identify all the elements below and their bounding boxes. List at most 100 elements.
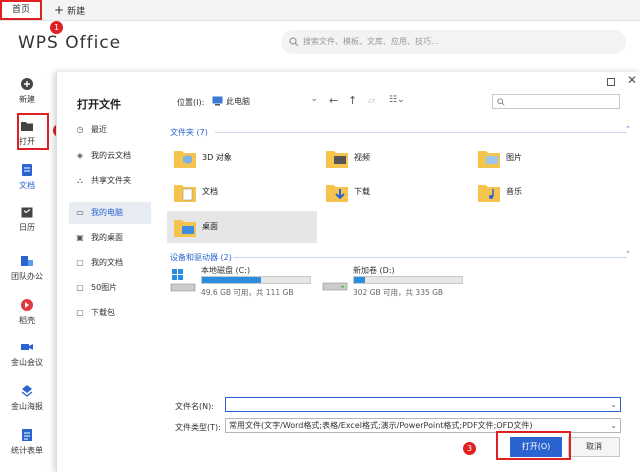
folder-pictures[interactable]: 图片 (471, 142, 621, 174)
folder-icon (478, 185, 500, 202)
calendar-icon (21, 207, 33, 218)
drive-d[interactable]: 新加卷 (D:) 302 GB 可用，共 335 GB (319, 265, 469, 299)
sidebar-item-calendar[interactable]: 日历 (0, 205, 54, 233)
sidebar-item-docer[interactable]: 稻壳 (0, 298, 54, 326)
wps-logo: WPS Office (18, 33, 122, 53)
plus-icon: + (54, 3, 65, 17)
nav-item-downloads[interactable]: ▢ 下载包 (69, 302, 151, 324)
filetype-label: 文件类型(T): (175, 423, 221, 432)
drives-heading: 设备和驱动器 (2) (170, 253, 232, 262)
sidebar-label: 文档 (19, 181, 35, 190)
windows-drive-icon (170, 269, 196, 292)
search-placeholder: 搜索文件、模板、文库、应用、技巧... (303, 37, 439, 46)
folder-icon (174, 220, 196, 237)
sidebar-label: 新建 (19, 95, 35, 104)
drive-usage-bar (201, 276, 311, 284)
location-label: 位置(I): (177, 98, 205, 107)
drive-c[interactable]: 本地磁盘 (C:) 49.6 GB 可用，共 111 GB (167, 265, 317, 299)
folder-icon (174, 185, 196, 202)
folder-3d-objects[interactable]: 3D 对象 (167, 142, 317, 174)
form-icon (22, 429, 32, 441)
picture-icon: ▢ (76, 283, 84, 292)
dialog-title: 打开文件 (77, 98, 121, 111)
nav-item-shared[interactable]: ⛬ 共享文件夹 (69, 170, 151, 192)
drive-usage-bar (353, 276, 463, 284)
documents-icon: ▢ (76, 258, 84, 267)
sidebar-label: 统计表单 (11, 446, 43, 455)
drive-info: 302 GB 可用，共 335 GB (353, 288, 444, 297)
filename-label: 文件名(N): (175, 402, 214, 411)
folder-label: 图片 (506, 153, 522, 162)
folder-videos[interactable]: 视频 (319, 142, 469, 174)
step-badge-3: 3 (463, 442, 476, 455)
nav-item-cloud[interactable]: ◈ 我的云文档 (69, 145, 151, 167)
collapse-icon[interactable]: ⌃ (625, 125, 631, 133)
highlight-box-open-button (496, 431, 571, 460)
computer-icon: ▭ (76, 208, 84, 217)
folder-label: 下载 (354, 187, 370, 196)
nav-label: 我的文档 (91, 258, 123, 267)
highlight-box-home (0, 0, 42, 20)
drive-icon (322, 282, 348, 291)
sidebar-item-poster[interactable]: 金山海报 (0, 384, 54, 412)
nav-label: 下载包 (91, 308, 115, 317)
tab-bar (0, 0, 640, 21)
computer-icon (212, 96, 223, 106)
location-value: 此电脑 (226, 97, 250, 106)
nav-item-my-computer[interactable]: ▭ 我的电脑 (69, 202, 151, 224)
chevron-down-icon: ⌄ (310, 94, 318, 104)
poster-icon (21, 385, 33, 397)
view-mode-icon[interactable]: ☷⌄ (389, 95, 405, 105)
nav-label: 我的电脑 (91, 208, 123, 217)
tab-new-label: 新建 (67, 7, 86, 17)
nav-item-recent[interactable]: ◷ 最近 (69, 119, 151, 141)
sidebar-item-new[interactable]: 新建 (0, 77, 54, 105)
divider (215, 132, 627, 133)
location-select[interactable]: 此电脑 ⌄ (212, 94, 322, 109)
share-icon: ⛬ (77, 176, 83, 185)
filename-input[interactable]: ⌄ (225, 397, 621, 412)
download-icon: ▢ (76, 308, 84, 317)
cancel-button[interactable]: 取消 (568, 437, 620, 457)
search-icon (497, 98, 505, 106)
folder-downloads[interactable]: 下载 (319, 176, 469, 208)
back-arrow-icon[interactable]: ← (329, 94, 338, 107)
new-folder-icon[interactable]: ▱ (368, 96, 375, 106)
sidebar-item-meeting[interactable]: 金山会议 (0, 340, 54, 368)
nav-item-pictures[interactable]: ▢ 50图片 (69, 277, 151, 299)
chevron-down-icon: ⌄ (610, 419, 617, 432)
sidebar-label: 日历 (19, 223, 35, 232)
nav-item-my-desktop[interactable]: ▣ 我的桌面 (69, 227, 151, 249)
folder-icon (326, 185, 348, 202)
nav-label: 我的桌面 (91, 233, 123, 242)
folder-documents[interactable]: 文档 (167, 176, 317, 208)
close-icon[interactable]: ✕ (627, 73, 637, 87)
folder-music[interactable]: 音乐 (471, 176, 621, 208)
nav-label: 我的云文档 (91, 151, 131, 160)
drive-info: 49.6 GB 可用，共 111 GB (201, 288, 294, 297)
sidebar-item-team[interactable]: 团队办公 (0, 254, 54, 282)
sidebar-label: 稻壳 (19, 316, 35, 325)
search-input[interactable]: 搜索文件、模板、文库、应用、技巧... (281, 30, 626, 54)
folder-icon (326, 151, 348, 168)
nav-item-my-documents[interactable]: ▢ 我的文档 (69, 252, 151, 274)
meeting-icon (21, 344, 33, 350)
folder-desktop[interactable]: 桌面 (167, 211, 317, 243)
divider (233, 257, 627, 258)
up-arrow-icon[interactable]: ↑ (348, 94, 357, 107)
folder-label: 桌面 (202, 222, 218, 231)
document-icon (22, 164, 32, 176)
folder-label: 音乐 (506, 187, 522, 196)
desktop-icon: ▣ (76, 233, 84, 242)
folder-label: 文档 (202, 187, 218, 196)
highlight-box-open (17, 113, 49, 150)
search-icon (289, 37, 299, 47)
folder-icon (478, 151, 500, 168)
maximize-icon[interactable] (607, 78, 615, 86)
tab-new-button[interactable]: + 新建 (54, 0, 85, 20)
sidebar-item-documents[interactable]: 文档 (0, 163, 54, 191)
dialog-search-input[interactable] (492, 94, 620, 109)
collapse-icon[interactable]: ⌃ (625, 250, 631, 258)
drive-usage-fill (202, 277, 262, 283)
sidebar-item-form[interactable]: 统计表单 (0, 428, 54, 456)
